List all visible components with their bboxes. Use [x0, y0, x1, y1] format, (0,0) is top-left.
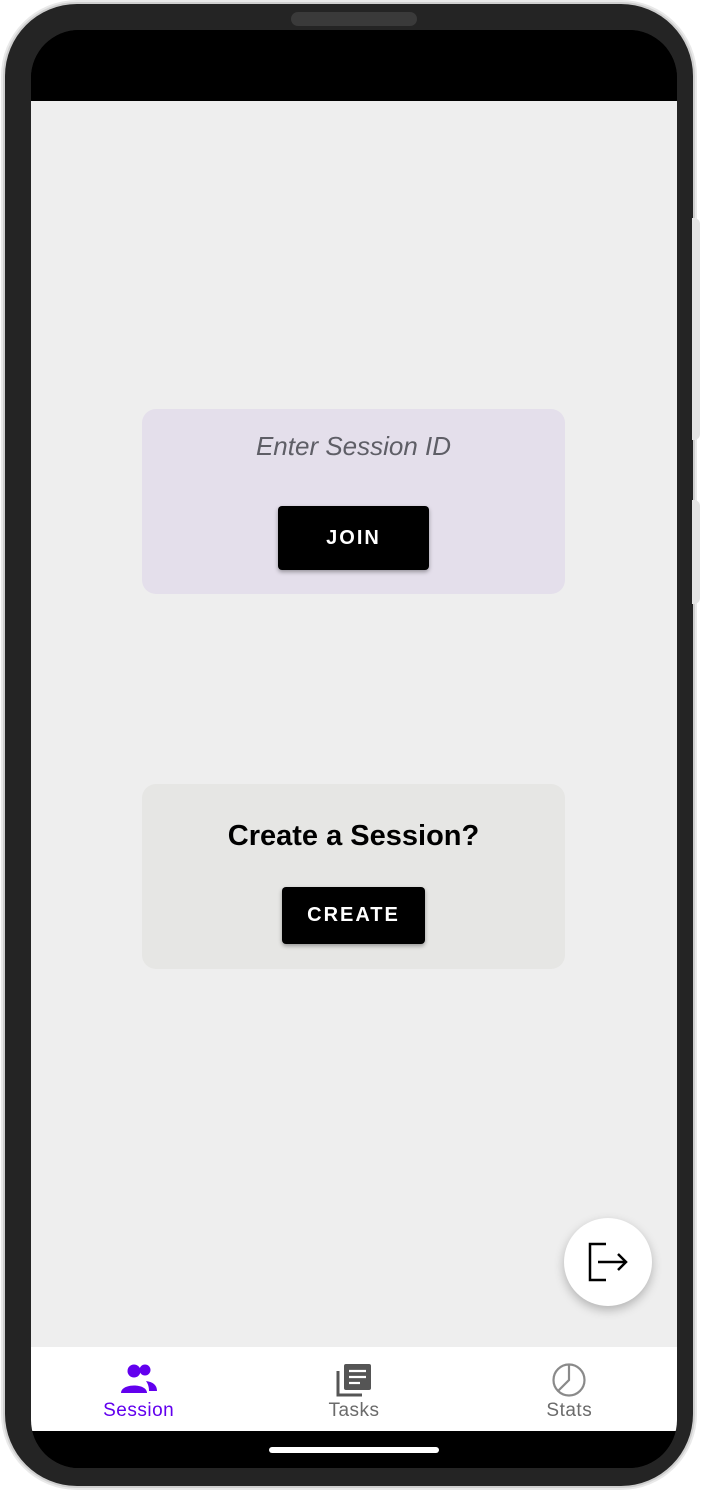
nav-item-stats[interactable]: Stats	[462, 1347, 677, 1431]
home-indicator[interactable]	[269, 1447, 439, 1453]
system-nav-bar	[31, 1431, 677, 1468]
library-books-icon	[336, 1364, 371, 1397]
status-bar	[31, 30, 677, 101]
nav-item-session[interactable]: Session	[31, 1347, 246, 1431]
session-id-input[interactable]	[163, 431, 544, 462]
nav-label-tasks: Tasks	[328, 1400, 380, 1421]
top-speaker	[291, 12, 417, 26]
bottom-navigation: Session Tasks Stats	[31, 1347, 677, 1431]
nav-item-tasks[interactable]: Tasks	[246, 1347, 461, 1431]
join-session-card: JOIN	[142, 409, 565, 594]
logout-icon	[588, 1242, 628, 1282]
logout-button[interactable]	[564, 1218, 652, 1306]
join-button[interactable]: JOIN	[278, 506, 429, 570]
people-icon	[120, 1364, 157, 1393]
create-button[interactable]: CREATE	[282, 887, 425, 944]
app-content: JOIN Create a Session? CREATE	[31, 101, 677, 1347]
create-session-card: Create a Session? CREATE	[142, 784, 565, 969]
nav-label-session: Session	[103, 1400, 175, 1421]
nav-label-stats: Stats	[546, 1400, 593, 1421]
volume-button	[692, 218, 700, 440]
create-session-title: Create a Session?	[227, 820, 480, 852]
power-button	[692, 500, 700, 604]
device-frame: JOIN Create a Session? CREATE	[5, 4, 693, 1486]
pie-chart-icon	[552, 1363, 586, 1397]
screen: JOIN Create a Session? CREATE	[31, 30, 677, 1468]
